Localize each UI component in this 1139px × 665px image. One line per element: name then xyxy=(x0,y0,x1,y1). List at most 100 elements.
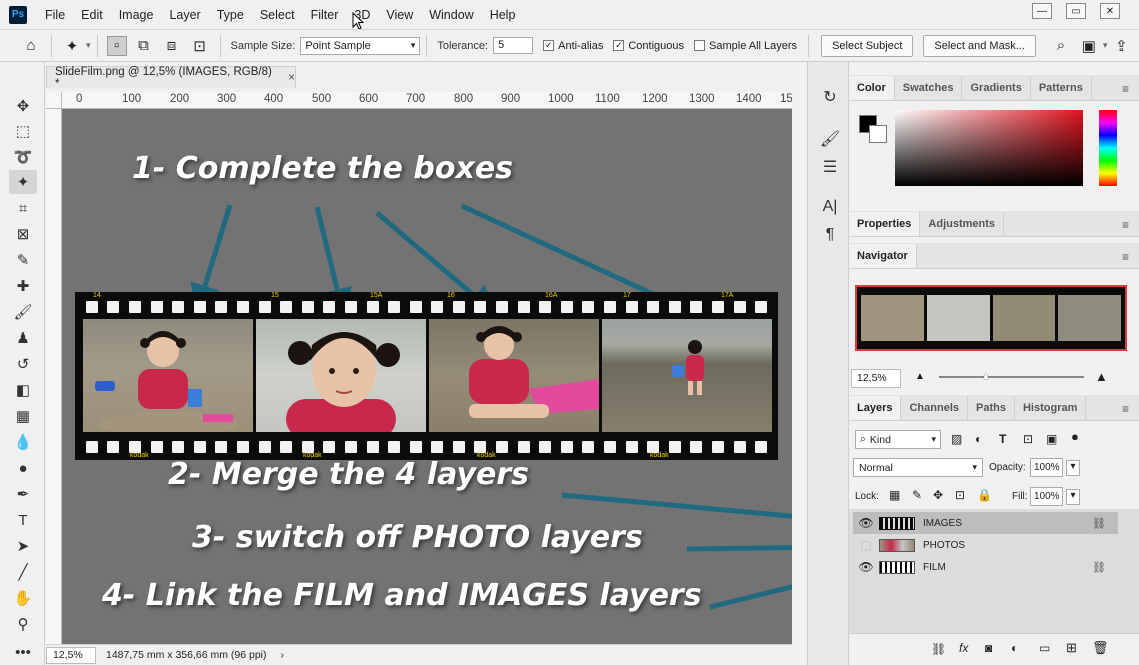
lasso-tool-icon[interactable]: ➰ xyxy=(9,145,37,169)
menu-view[interactable]: View xyxy=(378,8,421,22)
tab-gradients[interactable]: Gradients xyxy=(962,76,1031,100)
tab-patterns[interactable]: Patterns xyxy=(1031,76,1092,100)
visibility-off-icon[interactable]: ▢ xyxy=(853,538,879,552)
new-selection-icon[interactable]: ▫ xyxy=(106,35,127,56)
zoom-field[interactable]: 12,5% xyxy=(46,646,96,664)
intersect-selection-icon[interactable]: ⊡ xyxy=(189,35,211,57)
tolerance-input[interactable]: 5 xyxy=(493,37,534,54)
layer-filter-select[interactable]: ⌕ Kind ▾ xyxy=(855,430,941,449)
filter-toggle-icon[interactable]: ● xyxy=(1071,429,1079,444)
lock-all-icon[interactable]: 🔒 xyxy=(977,488,992,502)
tab-properties[interactable]: Properties xyxy=(849,212,921,236)
panel-menu-icon[interactable]: ≡ xyxy=(1122,218,1129,232)
document-tab[interactable]: SlideFilm.png @ 12,5% (IMAGES, RGB/8) * … xyxy=(46,66,296,90)
marquee-tool-icon[interactable]: ⬚ xyxy=(9,119,37,143)
zoom-in-icon[interactable]: ▲ xyxy=(1095,369,1108,384)
close-button[interactable]: ✕ xyxy=(1093,0,1127,22)
lock-artboard-icon[interactable]: ⊡ xyxy=(955,488,965,502)
new-layer-icon[interactable]: ⊞ xyxy=(1066,640,1077,656)
adjustment-layer-icon[interactable]: ◐ xyxy=(1011,641,1018,655)
menu-select[interactable]: Select xyxy=(252,8,303,22)
layer-row-images[interactable]: 👁 IMAGES ⛓ xyxy=(853,512,1118,534)
zoom-slider-thumb[interactable]: ▲ xyxy=(981,371,991,382)
menu-help[interactable]: Help xyxy=(482,8,524,22)
frame-tool-icon[interactable]: ⊠ xyxy=(9,222,37,246)
restore-button[interactable]: ▭ xyxy=(1059,0,1093,22)
chevron-down-icon[interactable]: ▾ xyxy=(86,40,91,51)
visibility-eye-icon[interactable]: 👁 xyxy=(853,516,879,530)
sample-size-select[interactable]: Point Sample ▾ xyxy=(300,36,421,55)
adjustments-panel-icon[interactable]: ☰ xyxy=(819,156,841,178)
eraser-tool-icon[interactable]: ◧ xyxy=(9,378,37,402)
chevron-down-icon[interactable]: ▾ xyxy=(1103,40,1108,51)
anti-alias-checkbox[interactable]: ✓ Anti-alias xyxy=(543,40,603,52)
color-picker-field[interactable] xyxy=(895,110,1083,186)
select-subject-button[interactable]: Select Subject xyxy=(821,34,914,57)
dodge-tool-icon[interactable]: ● xyxy=(9,456,37,480)
search-icon[interactable]: ⌕ xyxy=(1050,35,1072,57)
panel-menu-icon[interactable]: ≡ xyxy=(1122,250,1129,264)
add-selection-icon[interactable]: ⧉ xyxy=(133,35,155,57)
zoom-tool-icon[interactable]: ⚲ xyxy=(9,612,37,636)
type-tool-icon[interactable]: T xyxy=(9,508,37,532)
adjustment-filter-icon[interactable]: ◐ xyxy=(975,432,982,446)
panel-menu-icon[interactable]: ≡ xyxy=(1122,402,1129,416)
gradient-tool-icon[interactable]: ▦ xyxy=(9,404,37,428)
layer-row-film[interactable]: 👁 FILM ⛓ xyxy=(853,556,1118,578)
menu-image[interactable]: Image xyxy=(111,8,162,22)
tab-adjustments[interactable]: Adjustments xyxy=(920,212,1005,236)
background-color-swatch[interactable] xyxy=(869,125,887,143)
path-selection-icon[interactable]: ➤ xyxy=(9,534,37,558)
menu-type[interactable]: Type xyxy=(209,8,252,22)
magic-wand-tool-icon[interactable]: ✦ xyxy=(9,170,37,194)
canvas[interactable]: 1- Complete the boxes 14 15 15A 16 16A 1… xyxy=(62,109,792,644)
blend-mode-select[interactable]: Normal ▾ xyxy=(853,458,983,477)
visibility-eye-icon[interactable]: 👁 xyxy=(853,560,879,574)
pixel-filter-icon[interactable]: ▨ xyxy=(951,432,962,446)
new-group-icon[interactable]: ▭ xyxy=(1039,641,1050,655)
more-tools-icon[interactable]: ••• xyxy=(9,640,37,664)
subtract-selection-icon[interactable]: ⧈ xyxy=(161,35,183,57)
link-layers-icon[interactable]: ⛓ xyxy=(931,642,946,656)
navigator-zoom-field[interactable]: 12,5% xyxy=(851,369,901,388)
tab-channels[interactable]: Channels xyxy=(901,396,968,420)
status-menu-arrow[interactable]: › xyxy=(281,649,285,661)
clone-stamp-icon[interactable]: ♟ xyxy=(9,326,37,350)
hand-tool-icon[interactable]: ✋ xyxy=(9,586,37,610)
share-icon[interactable]: ⇪ xyxy=(1110,35,1132,57)
layer-row-photos[interactable]: ▢ PHOTOS xyxy=(853,534,1118,556)
delete-layer-icon[interactable]: 🗑 xyxy=(1092,640,1109,656)
navigator-preview[interactable] xyxy=(855,285,1127,351)
magic-wand-preset-icon[interactable]: ✦ xyxy=(61,35,83,57)
fill-input[interactable]: 100% xyxy=(1030,487,1063,506)
menu-window[interactable]: Window xyxy=(421,8,481,22)
sample-all-layers-checkbox[interactable]: Sample All Layers xyxy=(694,40,797,52)
type-filter-icon[interactable]: T xyxy=(999,432,1006,446)
line-tool-icon[interactable]: ╱ xyxy=(9,560,37,584)
tab-paths[interactable]: Paths xyxy=(968,396,1015,420)
tab-navigator[interactable]: Navigator xyxy=(849,244,917,268)
close-tab-icon[interactable]: × xyxy=(288,72,295,84)
lock-transparent-icon[interactable]: ▦ xyxy=(889,488,900,502)
hue-slider[interactable] xyxy=(1099,110,1117,186)
move-tool-icon[interactable]: ✥ xyxy=(9,94,37,118)
layer-mask-icon[interactable]: ◙ xyxy=(985,641,992,655)
menu-edit[interactable]: Edit xyxy=(73,8,111,22)
zoom-out-icon[interactable]: ▲ xyxy=(915,371,925,382)
tab-color[interactable]: Color xyxy=(849,76,895,100)
select-and-mask-button[interactable]: Select and Mask... xyxy=(923,34,1036,57)
navigator-zoom-slider[interactable] xyxy=(939,376,1084,378)
panel-menu-icon[interactable]: ≡ xyxy=(1122,82,1129,96)
character-panel-icon[interactable]: A| xyxy=(819,196,841,218)
shape-filter-icon[interactable]: ⊡ xyxy=(1023,432,1033,446)
menu-file[interactable]: File xyxy=(37,8,73,22)
crop-tool-icon[interactable]: ⌗ xyxy=(9,196,37,220)
healing-brush-icon[interactable]: ✚ xyxy=(9,274,37,298)
lock-pixels-icon[interactable]: ✎ xyxy=(912,488,922,502)
menu-filter[interactable]: Filter xyxy=(303,8,347,22)
contiguous-checkbox[interactable]: ✓ Contiguous xyxy=(613,40,684,52)
tab-layers[interactable]: Layers xyxy=(849,396,902,420)
home-icon[interactable]: ⌂ xyxy=(20,35,42,57)
minimize-button[interactable]: — xyxy=(1025,0,1059,22)
smart-object-filter-icon[interactable]: ▣ xyxy=(1046,432,1057,446)
